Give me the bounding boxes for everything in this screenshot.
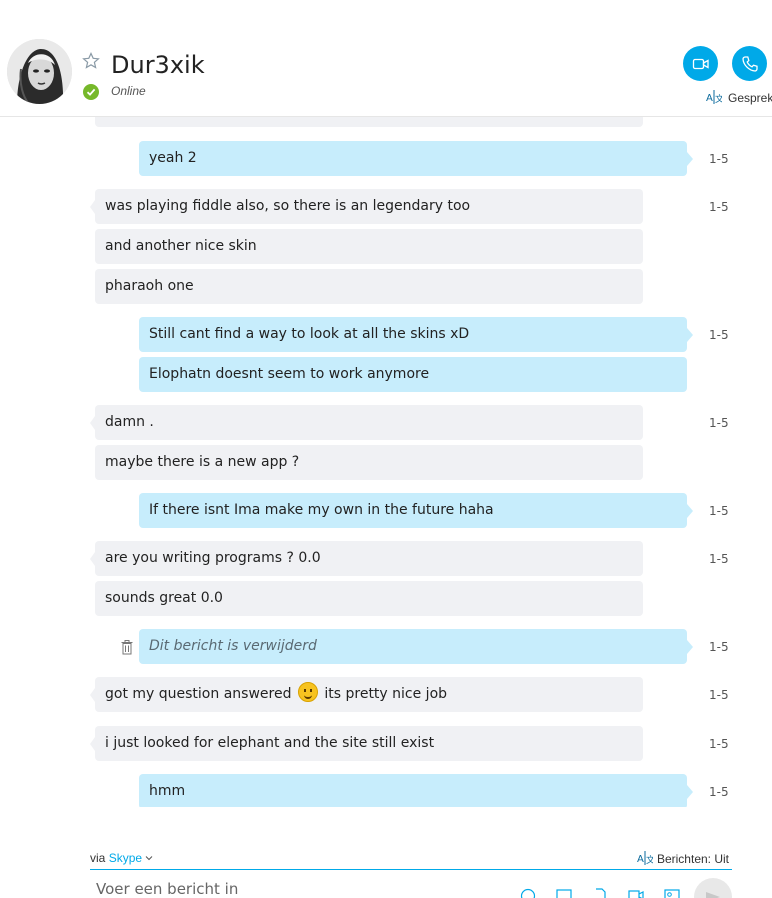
translate-messages-label: Berichten: Uit xyxy=(656,852,729,866)
message-time: 1-5 xyxy=(709,328,729,342)
translate-icon: A文 xyxy=(706,90,722,104)
message-text: yeah 2 xyxy=(149,150,197,166)
message-input[interactable]: Voer een bericht in xyxy=(96,880,238,898)
message-time: 1-5 xyxy=(709,200,729,214)
deleted-message-bubble[interactable]: Dit bericht is verwijderd xyxy=(139,629,693,664)
message-text: pharaoh one xyxy=(105,278,194,294)
message-time: 1-5 xyxy=(709,552,729,566)
message-bubble[interactable]: sounds great 0.0 xyxy=(95,581,643,616)
message-time: 1-5 xyxy=(709,152,729,166)
message-time: 1-5 xyxy=(709,504,729,518)
message-text: was playing fiddle also, so there is an … xyxy=(105,198,471,214)
svg-text:文: 文 xyxy=(715,93,722,104)
svg-text:A: A xyxy=(637,854,644,865)
message-text: Still cant find a way to look at all the… xyxy=(149,326,470,342)
svg-text:文: 文 xyxy=(646,854,653,865)
message-time: 1-5 xyxy=(709,785,729,799)
video-call-icon xyxy=(692,58,709,70)
message-bubble[interactable]: got my question answered its pretty nice… xyxy=(90,677,643,712)
message-bubble[interactable] xyxy=(95,117,643,127)
translate-icon: A文 xyxy=(637,851,653,865)
smile-emoji-icon xyxy=(297,682,318,702)
conversation-header: Dur3xik Online A 文 Gesprek xyxy=(0,0,772,117)
message-time: 1-5 xyxy=(709,416,729,430)
trash-icon[interactable] xyxy=(121,640,133,655)
message-text: hmm xyxy=(149,783,186,799)
message-bubble[interactable]: and another nice skin xyxy=(95,229,643,264)
phone-icon xyxy=(742,56,758,72)
message-bubble[interactable]: i just looked for elephant and the site … xyxy=(90,726,643,761)
online-status-icon xyxy=(83,84,99,100)
message-bubble[interactable]: damn . xyxy=(90,405,643,440)
message-bubble[interactable]: maybe there is a new app ? xyxy=(95,445,643,480)
message-text: got my question answered xyxy=(105,686,292,702)
star-icon[interactable] xyxy=(82,52,100,70)
message-text: i just looked for elephant and the site … xyxy=(105,735,435,751)
message-time: 1-5 xyxy=(709,640,729,654)
via-prefix: via xyxy=(90,851,106,865)
image-icon[interactable] xyxy=(556,888,572,898)
compose-toolbar: via Skype A 文 Berichten: Uit xyxy=(90,848,732,870)
message-text: and another nice skin xyxy=(105,238,257,254)
message-bubble[interactable]: yeah 2 xyxy=(139,141,693,176)
message-bubble[interactable]: Elophatn doesnt seem to work anymore xyxy=(139,357,687,392)
message-bubble[interactable]: pharaoh one xyxy=(95,269,643,304)
contact-name[interactable]: Dur3xik xyxy=(111,51,205,79)
message-text: Elophatn doesnt seem to work anymore xyxy=(149,366,430,382)
emoji-icon[interactable] xyxy=(520,888,536,898)
message-list[interactable]: yeah 2 1-5 was playing fiddle also, so t… xyxy=(0,117,772,807)
avatar[interactable] xyxy=(7,39,72,104)
contact-card-icon[interactable] xyxy=(664,888,680,898)
status-text: Online xyxy=(111,84,146,98)
message-bubble[interactable]: If there isnt Ima make my own in the fut… xyxy=(139,493,693,528)
audio-call-button[interactable] xyxy=(732,46,767,81)
send-button[interactable] xyxy=(694,878,732,898)
translate-conversation-toggle[interactable]: A 文 Gesprek xyxy=(706,90,772,105)
message-bubble[interactable]: Still cant find a way to look at all the… xyxy=(139,317,693,352)
message-text: are you writing programs ? 0.0 xyxy=(105,550,321,566)
video-message-icon[interactable] xyxy=(628,888,644,898)
message-bubble[interactable]: are you writing programs ? 0.0 xyxy=(90,541,643,576)
svg-text:A: A xyxy=(706,93,713,104)
message-bubble[interactable]: was playing fiddle also, so there is an … xyxy=(90,189,643,224)
message-text: sounds great 0.0 xyxy=(105,590,223,606)
video-call-button[interactable] xyxy=(683,46,718,81)
message-text: damn . xyxy=(105,414,154,430)
translate-label: Gesprek xyxy=(728,91,772,105)
message-text: maybe there is a new app ? xyxy=(105,454,300,470)
translate-messages-toggle[interactable]: A 文 Berichten: Uit xyxy=(637,851,729,866)
message-text: Dit bericht is verwijderd xyxy=(149,638,317,654)
send-icon xyxy=(706,892,720,898)
via-service-selector[interactable]: via Skype xyxy=(90,851,153,865)
message-text: its pretty nice job xyxy=(324,686,448,702)
message-time: 1-5 xyxy=(709,737,729,751)
message-time: 1-5 xyxy=(709,688,729,702)
chevron-down-icon xyxy=(145,856,153,861)
file-icon[interactable] xyxy=(592,888,608,898)
message-bubble[interactable]: hmm xyxy=(139,774,693,807)
message-text: If there isnt Ima make my own in the fut… xyxy=(149,502,494,518)
via-service: Skype xyxy=(108,851,143,865)
